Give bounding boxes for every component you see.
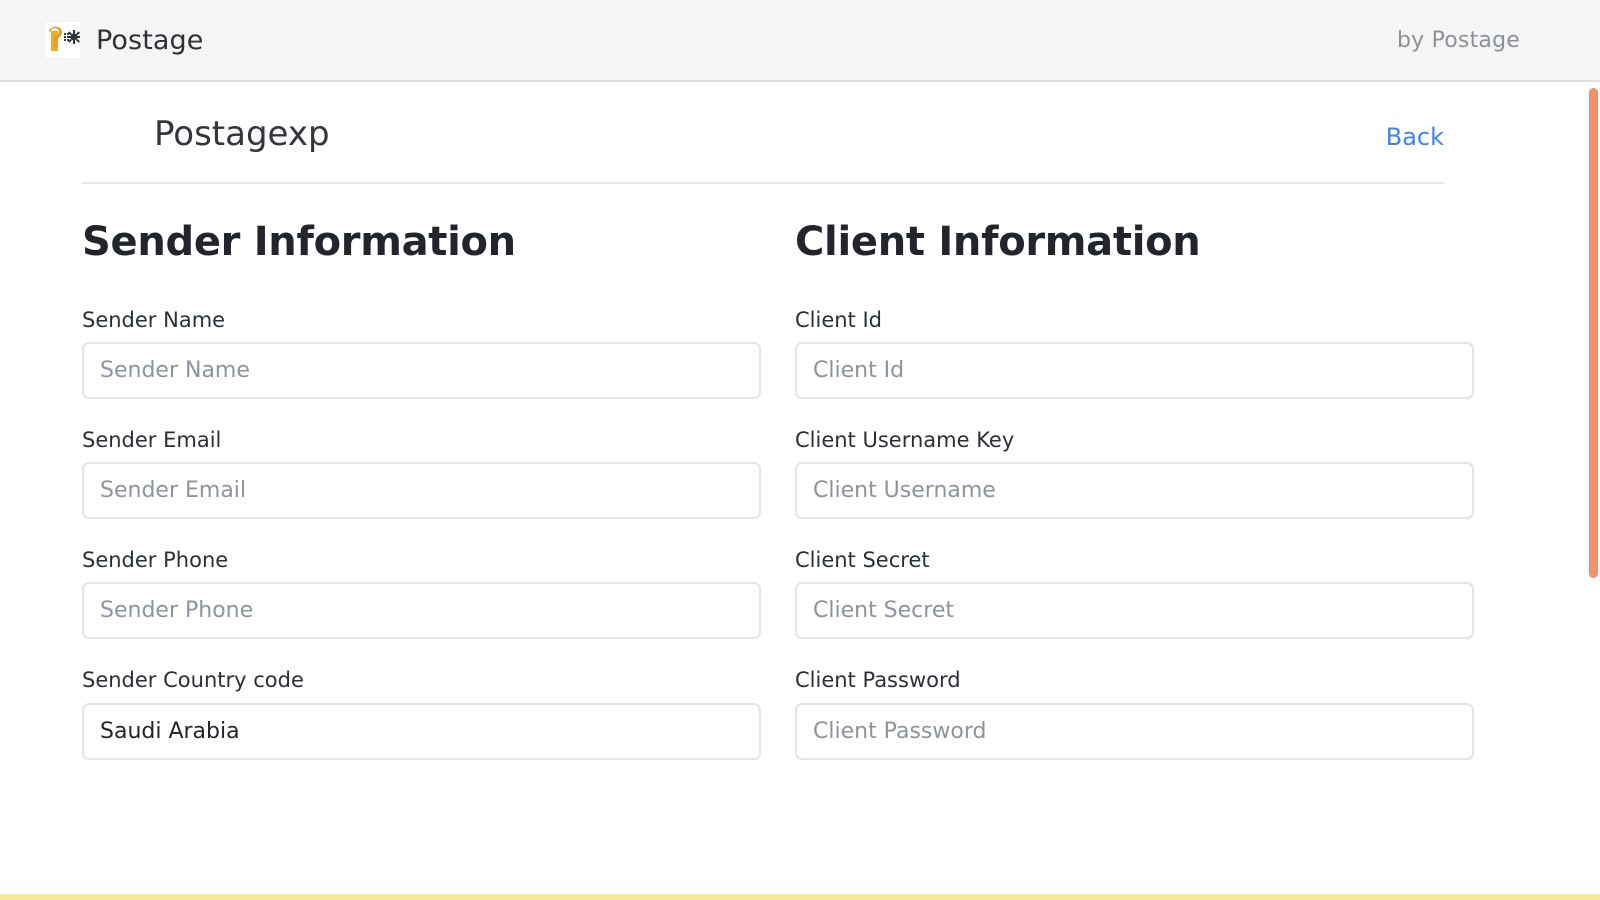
sender-email-label: Sender Email	[82, 427, 222, 452]
attribution-text: by Postage	[1397, 27, 1520, 53]
field-sender-email: Sender Email	[82, 427, 761, 520]
field-client-secret: Client Secret	[795, 548, 1474, 640]
client-id-input[interactable]	[795, 341, 1474, 399]
sender-name-input[interactable]	[82, 341, 761, 399]
bottom-status-strip	[0, 894, 1600, 900]
field-sender-name: Sender Name	[82, 308, 761, 399]
brand[interactable]: Postage	[46, 22, 204, 58]
page-inner: Postagexp Back Sender Information Sender…	[0, 82, 1600, 789]
sender-email-input[interactable]	[82, 462, 761, 520]
sender-country-code-label: Sender Country code	[82, 668, 304, 693]
client-password-input[interactable]	[795, 702, 1474, 760]
client-id-label: Client Id	[795, 307, 882, 332]
page-title: Postagexp	[154, 114, 330, 154]
field-sender-phone: Sender Phone	[82, 548, 761, 640]
brand-name: Postage	[96, 24, 204, 56]
client-information-column: Client Information Client Id Client User…	[795, 220, 1474, 789]
vertical-scrollbar-track[interactable]	[1586, 82, 1600, 900]
app-header-bar: Postage by Postage	[0, 0, 1600, 82]
client-secret-label: Client Secret	[795, 548, 930, 573]
sender-section-heading: Sender Information	[82, 218, 516, 265]
sender-phone-input[interactable]	[82, 582, 761, 640]
postage-logo-icon	[46, 22, 80, 58]
form-columns: Sender Information Sender Name Sender Em…	[82, 184, 1500, 789]
field-client-password: Client Password	[795, 668, 1474, 760]
field-sender-country-code: Sender Country code Saudi Arabia	[82, 668, 761, 760]
page-header-row: Postagexp Back	[82, 82, 1500, 155]
page-content: Postagexp Back Sender Information Sender…	[0, 82, 1600, 900]
sender-name-label: Sender Name	[82, 307, 226, 332]
vertical-scrollbar-thumb[interactable]	[1589, 88, 1598, 578]
client-username-key-input[interactable]	[795, 462, 1474, 520]
sender-information-column: Sender Information Sender Name Sender Em…	[82, 220, 761, 789]
client-username-key-label: Client Username Key	[795, 427, 1015, 452]
sender-country-code-select[interactable]: Saudi Arabia	[82, 702, 761, 760]
field-client-username-key: Client Username Key	[795, 427, 1474, 520]
back-link[interactable]: Back	[1386, 123, 1444, 151]
client-secret-input[interactable]	[795, 582, 1474, 640]
field-client-id: Client Id	[795, 308, 1474, 399]
sender-phone-label: Sender Phone	[82, 548, 229, 573]
client-password-label: Client Password	[795, 668, 961, 693]
client-section-heading: Client Information	[795, 218, 1201, 265]
